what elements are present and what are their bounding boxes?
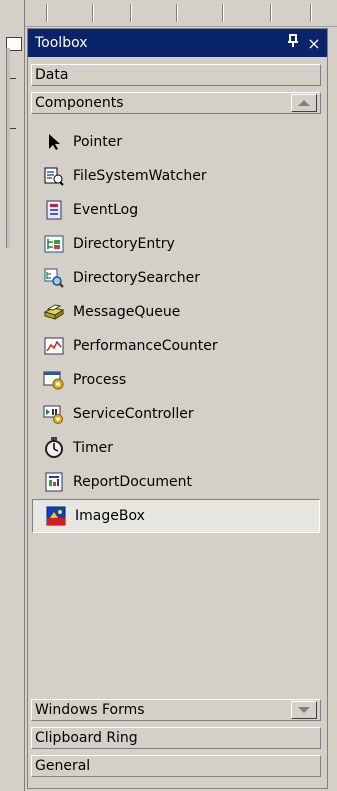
arrow-up-icon [298,100,310,106]
list-item-label: MessageQueue [73,304,181,320]
eventlog-icon [43,199,65,221]
list-item-timer[interactable]: Timer [31,431,321,465]
toolbar-separator [92,4,93,22]
toolbar-separator [176,4,177,22]
list-item-label: Pointer [73,134,123,150]
list-item-label: ImageBox [75,508,145,524]
editor-edge [0,0,25,791]
list-item-directoryentry[interactable]: DirectoryEntry [31,227,321,261]
toolbar-separator [310,4,311,22]
filesystemwatcher-icon [43,165,65,187]
tab-windows-forms[interactable]: Windows Forms [31,699,321,721]
tab-components-label: Components [35,95,124,111]
scroll-up-button[interactable] [291,94,317,112]
ide-toolbar [0,0,337,27]
list-item-label: DirectorySearcher [73,270,200,286]
list-item-label: Process [73,372,127,388]
tab-data-label: Data [35,67,69,83]
tab-general[interactable]: General [31,755,321,777]
list-item-eventlog[interactable]: EventLog [31,193,321,227]
imagebox-icon [45,505,67,527]
messagequeue-icon [43,301,65,323]
components-list: Pointer FileSystemWatcher EventLog Direc… [31,125,321,533]
tab-components[interactable]: Components [31,92,321,114]
toolbar-separator [130,4,131,22]
toolbar-separator [222,4,223,22]
toolbox-title: Toolbox [35,35,88,51]
directorysearcher-icon [43,267,65,289]
editor-scroll-edge [6,48,10,248]
list-item-label: EventLog [73,202,139,218]
toolbar-separator [270,4,271,22]
list-item-filesystemwatcher[interactable]: FileSystemWatcher [31,159,321,193]
list-item-directorysearcher[interactable]: DirectorySearcher [31,261,321,295]
list-item-label: PerformanceCounter [73,338,218,354]
performancecounter-icon [43,335,65,357]
list-item-performancecounter[interactable]: PerformanceCounter [31,329,321,363]
reportdocument-icon [43,471,65,493]
timer-icon [43,437,65,459]
list-item-label: DirectoryEntry [73,236,175,252]
close-icon[interactable]: × [303,34,325,53]
list-item-label: Timer [73,440,114,456]
list-item-label: ReportDocument [73,474,192,490]
list-item-process[interactable]: Process [31,363,321,397]
toolbox-window: Toolbox × Data Components Pointer FileSy… [27,28,328,789]
list-item-servicecontroller[interactable]: ServiceController [31,397,321,431]
list-item-imagebox[interactable]: ImageBox [32,499,320,533]
pin-icon[interactable] [283,34,303,52]
directoryentry-icon [43,233,65,255]
list-item-reportdocument[interactable]: ReportDocument [31,465,321,499]
servicecontroller-icon [43,403,65,425]
scroll-down-button[interactable] [291,701,317,719]
list-item-pointer[interactable]: Pointer [31,125,321,159]
tab-windows-forms-label: Windows Forms [35,702,145,718]
tab-general-label: General [35,758,91,774]
tab-clipboard-ring-label: Clipboard Ring [35,730,138,746]
pointer-icon [43,131,65,153]
toolbox-titlebar[interactable]: Toolbox × [28,29,327,57]
list-item-label: ServiceController [73,406,194,422]
process-icon [43,369,65,391]
tab-clipboard-ring[interactable]: Clipboard Ring [31,727,321,749]
toolbar-separator [46,4,47,22]
tab-data[interactable]: Data [31,64,321,86]
arrow-down-icon [298,707,310,713]
list-item-label: FileSystemWatcher [73,168,207,184]
list-item-messagequeue[interactable]: MessageQueue [31,295,321,329]
